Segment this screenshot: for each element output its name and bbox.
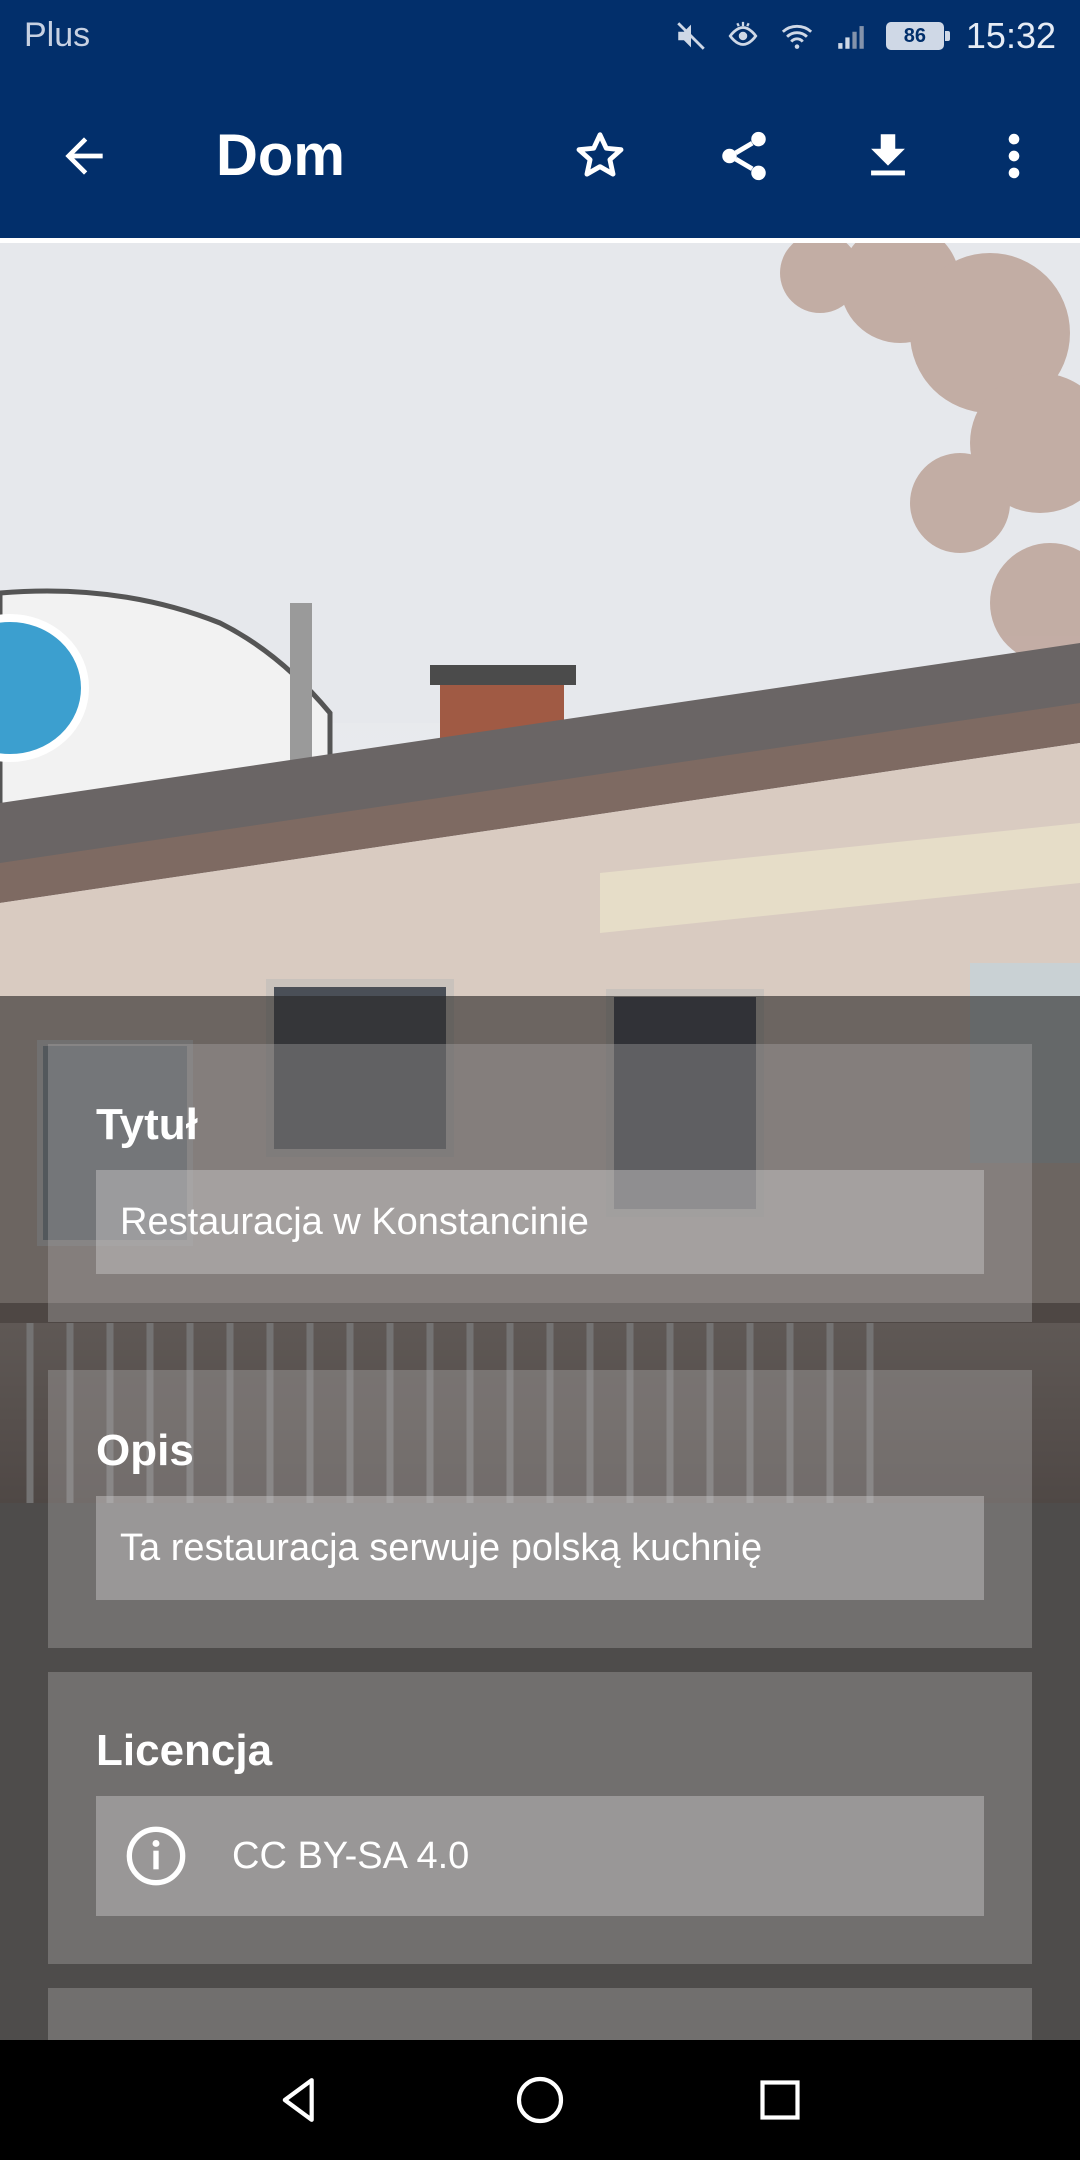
license-label: Licencja (96, 1726, 273, 1775)
signal-icon (838, 26, 864, 49)
license-card: Licencja CC BY-SA 4.0 (48, 1672, 1032, 1964)
status-time: 15:32 (965, 15, 1056, 56)
license-value: CC BY-SA 4.0 (232, 1834, 470, 1877)
back-arrow-icon (65, 137, 103, 175)
more-vert-icon (1008, 133, 1020, 179)
download-icon (871, 134, 905, 176)
status-bar: Plus 86 15:32 (0, 0, 1080, 72)
star-icon (576, 132, 624, 177)
system-navigation-bar (0, 2040, 1080, 2160)
nav-recents-icon (760, 2080, 800, 2120)
battery-icon: 86 (885, 22, 950, 50)
share-icon (722, 131, 766, 181)
next-card (48, 1988, 1032, 2040)
app-bar: Dom (0, 72, 1080, 240)
favorite-button[interactable] (566, 122, 634, 190)
eye-comfort-icon (728, 21, 758, 46)
back-button[interactable] (50, 122, 118, 190)
wifi-icon (781, 24, 813, 49)
title-value: Restauracja w Konstancinie (120, 1200, 589, 1243)
status-icons: 86 15:32 (674, 14, 1056, 58)
description-field[interactable]: Ta restauracja serwuje polską kuchnię (96, 1496, 984, 1600)
description-label: Opis (96, 1426, 194, 1475)
download-button[interactable] (854, 122, 922, 190)
nav-home-button[interactable] (504, 2064, 576, 2136)
page-title: Dom (216, 123, 345, 188)
nav-back-icon (282, 2078, 314, 2122)
more-options-button[interactable] (980, 122, 1048, 190)
share-button[interactable] (710, 122, 778, 190)
mute-icon (677, 22, 705, 50)
nav-back-button[interactable] (264, 2064, 336, 2136)
license-field[interactable]: CC BY-SA 4.0 (96, 1796, 984, 1916)
description-card: Opis Ta restauracja serwuje polską kuchn… (48, 1370, 1032, 1648)
description-value: Ta restauracja serwuje polską kuchnię (120, 1526, 763, 1569)
title-card: Tytuł Restauracja w Konstancinie (48, 1044, 1032, 1322)
nav-home-icon (516, 2076, 564, 2124)
battery-level: 86 (903, 24, 927, 47)
info-icon (124, 1824, 188, 1888)
nav-recents-button[interactable] (744, 2064, 816, 2136)
title-label: Tytuł (96, 1100, 198, 1149)
carrier-name: Plus (24, 16, 91, 54)
title-field[interactable]: Restauracja w Konstancinie (96, 1170, 984, 1274)
